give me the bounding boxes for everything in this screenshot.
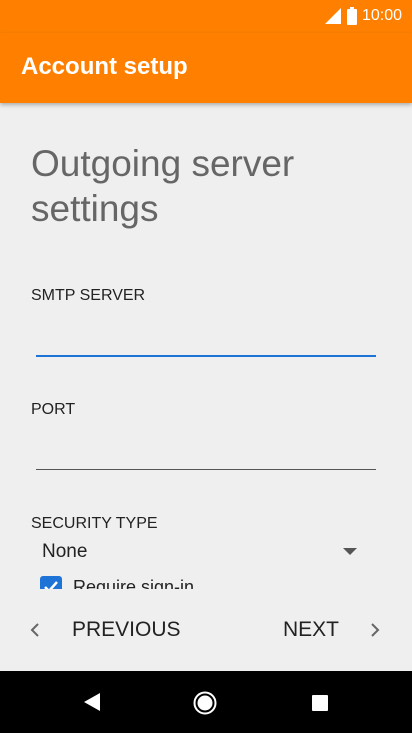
smtp-server-input[interactable]	[36, 323, 376, 355]
page-title: Outgoing server settings	[31, 143, 295, 229]
dropdown-arrow-icon[interactable]	[343, 548, 357, 555]
chevron-right-icon	[371, 623, 380, 637]
next-button[interactable]: NEXT	[283, 615, 382, 645]
smtp-server-label: SMTP SERVER	[31, 287, 146, 304]
battery-icon	[346, 7, 357, 25]
require-sign-in-checkbox[interactable]	[40, 576, 62, 589]
require-sign-in-label[interactable]: Require sign-in	[73, 577, 194, 589]
app-bar: Account setup	[0, 33, 412, 103]
next-label: NEXT	[283, 618, 340, 641]
previous-button[interactable]: PREVIOUS	[28, 615, 181, 645]
system-navigation-bar	[0, 671, 412, 733]
port-input[interactable]	[36, 437, 376, 469]
previous-label: PREVIOUS	[72, 618, 181, 641]
port-label: PORT	[31, 401, 76, 418]
status-icons: 10:00	[324, 5, 402, 27]
back-icon[interactable]	[84, 693, 100, 711]
security-type-select[interactable]: None	[42, 541, 87, 563]
smtp-server-underline	[36, 355, 376, 357]
form-content[interactable]: Outgoing server settings SMTP SERVER POR…	[0, 103, 412, 589]
screen: 10:00 Account setup Outgoing server sett…	[0, 0, 412, 733]
home-icon[interactable]	[193, 691, 217, 715]
security-type-label: SECURITY TYPE	[31, 515, 158, 532]
recents-icon[interactable]	[312, 695, 328, 711]
app-title: Account setup	[21, 53, 188, 80]
checkmark-icon	[44, 581, 58, 589]
status-time: 10:00	[361, 7, 402, 24]
signal-icon	[324, 8, 341, 24]
status-bar: 10:00	[0, 0, 412, 33]
chevron-left-icon	[30, 623, 39, 637]
wizard-nav-bar: PREVIOUS NEXT	[0, 589, 412, 671]
port-underline	[36, 469, 376, 470]
